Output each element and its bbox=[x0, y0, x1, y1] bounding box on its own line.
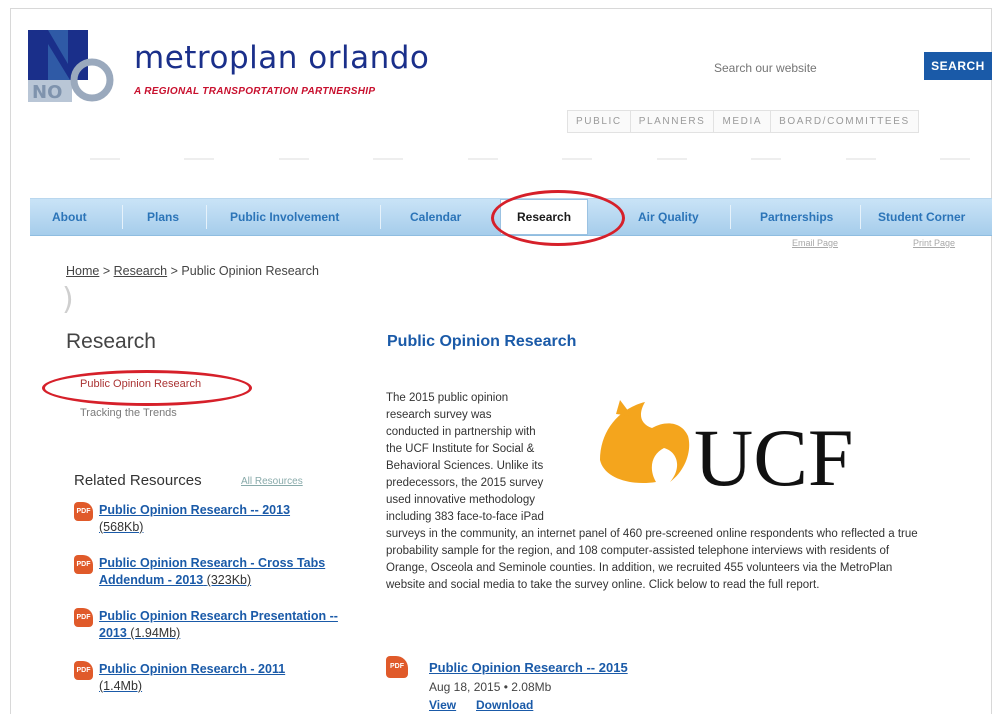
email-page-link[interactable]: Email Page bbox=[792, 238, 838, 248]
related-resources-heading: Related Resources bbox=[74, 472, 202, 489]
nav-calendar[interactable]: Calendar bbox=[410, 199, 461, 235]
breadcrumb: Home > Research > Public Opinion Researc… bbox=[66, 264, 319, 278]
breadcrumb-current: Public Opinion Research bbox=[181, 264, 319, 278]
tab-public[interactable]: PUBLIC bbox=[567, 110, 630, 133]
pdf-icon: PDF bbox=[74, 502, 93, 521]
all-resources-link[interactable]: All Resources bbox=[241, 476, 303, 487]
sidebar-item-tracking-the-trends[interactable]: Tracking the Trends bbox=[80, 407, 177, 419]
search-input[interactable] bbox=[712, 56, 916, 80]
pdf-icon: PDF bbox=[74, 608, 93, 627]
brand-tagline: A REGIONAL TRANSPORTATION PARTNERSHIP bbox=[134, 86, 376, 97]
page-title: Public Opinion Research bbox=[387, 333, 577, 350]
resource-link[interactable]: Public Opinion Research -- 2013 (568Kb) bbox=[99, 502, 339, 536]
decorative-bracket: ) bbox=[62, 282, 74, 317]
tab-media[interactable]: MEDIA bbox=[713, 110, 771, 133]
resource-link[interactable]: Public Opinion Research - Cross Tabs Add… bbox=[99, 555, 339, 589]
download-link[interactable]: Download bbox=[476, 698, 533, 712]
report-download-link[interactable]: Public Opinion Research -- 2015 bbox=[429, 660, 628, 675]
pdf-icon: PDF bbox=[74, 661, 93, 680]
nav-air-quality[interactable]: Air Quality bbox=[638, 199, 699, 235]
tab-planners[interactable]: PLANNERS bbox=[629, 110, 714, 133]
metroplan-logo[interactable]: NO bbox=[28, 24, 118, 106]
nav-plans[interactable]: Plans bbox=[147, 199, 179, 235]
search-button[interactable]: SEARCH bbox=[924, 52, 992, 80]
tab-board-committees[interactable]: BOARD/COMMITTEES bbox=[770, 110, 919, 133]
breadcrumb-research[interactable]: Research bbox=[114, 264, 168, 278]
resource-link[interactable]: Public Opinion Research Presentation -- … bbox=[99, 608, 339, 642]
report-meta: Aug 18, 2015 • 2.08Mb bbox=[429, 680, 552, 694]
audience-tabs: PUBLIC PLANNERS MEDIA BOARD/COMMITTEES bbox=[567, 110, 919, 133]
nav-about[interactable]: About bbox=[52, 199, 87, 235]
view-link[interactable]: View bbox=[429, 698, 456, 712]
nav-public-involvement[interactable]: Public Involvement bbox=[230, 199, 339, 235]
article-body: The 2015 public opinion research survey … bbox=[386, 392, 918, 591]
pdf-icon: PDF bbox=[386, 656, 408, 678]
sidebar-title: Research bbox=[66, 330, 156, 353]
research-highlight-oval bbox=[491, 190, 625, 246]
resource-link[interactable]: Public Opinion Research - 2011 (1.4Mb) bbox=[99, 661, 339, 695]
svg-text:NO: NO bbox=[32, 82, 62, 103]
print-page-link[interactable]: Print Page bbox=[913, 238, 955, 248]
nav-partnerships[interactable]: Partnerships bbox=[760, 199, 833, 235]
pdf-icon: PDF bbox=[74, 555, 93, 574]
sidebar-highlight-oval bbox=[42, 370, 252, 406]
brand-name: metroplan orlando bbox=[134, 40, 430, 76]
breadcrumb-home[interactable]: Home bbox=[66, 264, 99, 278]
nav-student-corner[interactable]: Student Corner bbox=[878, 199, 965, 235]
decorative-divider bbox=[90, 158, 970, 168]
